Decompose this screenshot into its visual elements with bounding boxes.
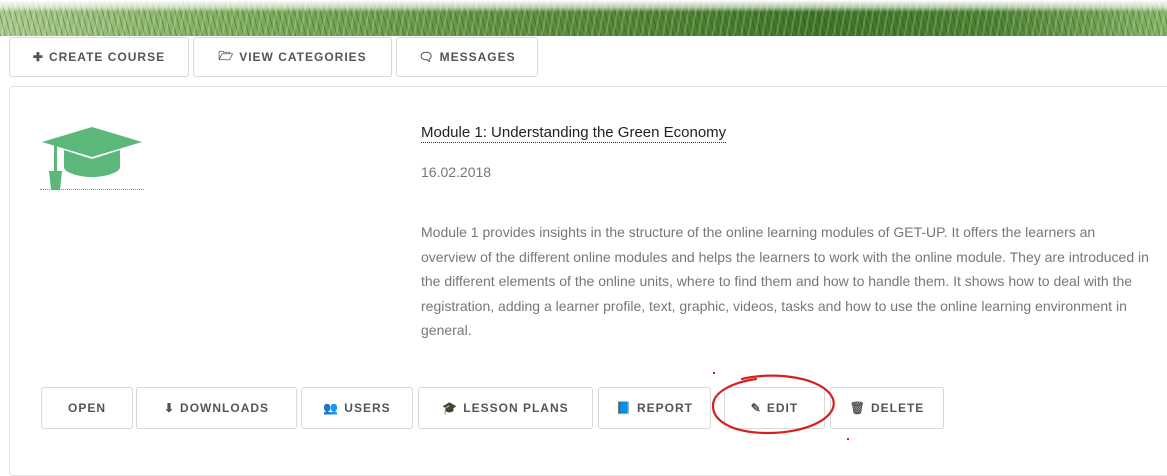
open-button[interactable]: OPEN	[41, 387, 133, 429]
graduation-cap-icon: 🎓	[442, 401, 458, 415]
messages-button[interactable]: 🗨 MESSAGES	[396, 37, 538, 77]
lesson-plans-label: LESSON PLANS	[463, 401, 569, 415]
view-categories-label: VIEW CATEGORIES	[239, 50, 367, 64]
course-description: Module 1 provides insights in the struct…	[421, 224, 1149, 339]
edit-button[interactable]: ✎ EDIT	[724, 387, 825, 429]
pencil-icon: ✎	[750, 401, 761, 415]
users-icon: 👥	[323, 401, 339, 415]
report-button[interactable]: 📘 REPORT	[598, 387, 711, 429]
folder-open-icon: 🗁	[218, 48, 234, 63]
course-title-link[interactable]: Module 1: Understanding the Green Econom…	[421, 124, 727, 143]
annotation-mark	[713, 372, 715, 374]
banner-fade	[0, 0, 1167, 12]
annotation-mark	[847, 438, 849, 440]
edit-label: EDIT	[766, 401, 799, 415]
course-date: 16.02.2018	[421, 164, 492, 180]
create-course-label: CREATE COURSE	[48, 50, 166, 64]
view-categories-button[interactable]: 🗁 VIEW CATEGORIES	[193, 37, 392, 77]
graduation-cap-icon[interactable]	[40, 126, 144, 190]
chat-bubbles-icon: 🗨	[418, 50, 434, 64]
delete-button[interactable]: 🗑 DELETE	[830, 387, 944, 429]
lesson-plans-button[interactable]: 🎓 LESSON PLANS	[418, 387, 593, 429]
messages-label: MESSAGES	[439, 50, 516, 64]
downloads-label: DOWNLOADS	[180, 401, 270, 415]
download-icon: ⬇	[163, 401, 175, 415]
create-course-button[interactable]: ✚ CREATE COURSE	[9, 37, 189, 77]
users-label: USERS	[344, 401, 391, 415]
report-label: REPORT	[636, 401, 693, 415]
icon-link-underline	[40, 189, 144, 190]
plus-icon: ✚	[32, 50, 43, 64]
delete-label: DELETE	[870, 401, 925, 415]
open-label: OPEN	[67, 401, 106, 415]
book-icon: 📘	[616, 401, 631, 415]
downloads-button[interactable]: ⬇ DOWNLOADS	[136, 387, 297, 429]
trash-icon: 🗑	[849, 401, 865, 415]
users-button[interactable]: 👥 USERS	[301, 387, 413, 429]
